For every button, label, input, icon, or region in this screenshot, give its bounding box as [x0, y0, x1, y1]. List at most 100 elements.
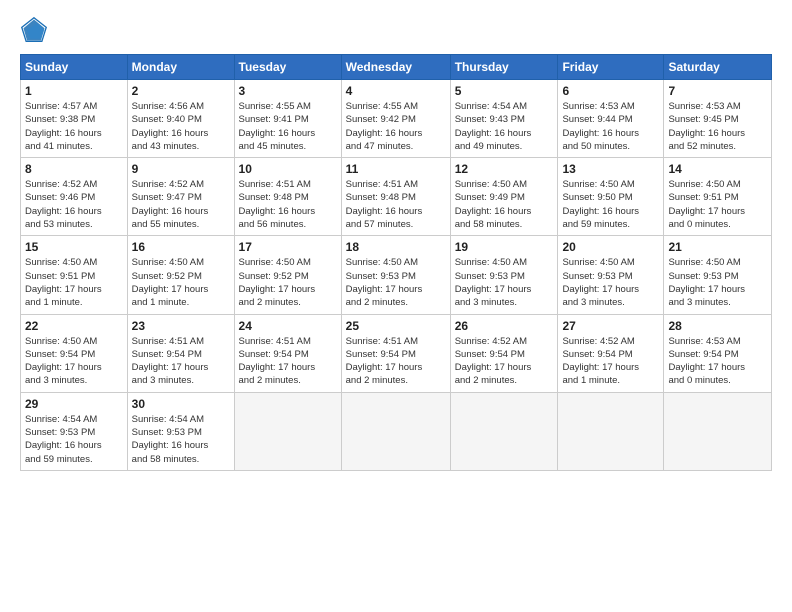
day-info: Sunrise: 4:51 AM Sunset: 9:48 PM Dayligh…	[239, 178, 337, 231]
week-row-4: 22 Sunrise: 4:50 AM Sunset: 9:54 PM Dayli…	[21, 314, 772, 392]
day-info: Sunrise: 4:50 AM Sunset: 9:49 PM Dayligh…	[455, 178, 554, 231]
day-info: Sunrise: 4:50 AM Sunset: 9:51 PM Dayligh…	[25, 256, 123, 309]
day-info: Sunrise: 4:50 AM Sunset: 9:51 PM Dayligh…	[668, 178, 767, 231]
day-number: 25	[346, 319, 446, 333]
day-number: 30	[132, 397, 230, 411]
week-row-2: 8 Sunrise: 4:52 AM Sunset: 9:46 PM Daylig…	[21, 158, 772, 236]
day-number: 10	[239, 162, 337, 176]
calendar-cell: 5 Sunrise: 4:54 AM Sunset: 9:43 PM Daylig…	[450, 80, 558, 158]
weekday-header-thursday: Thursday	[450, 55, 558, 80]
day-number: 6	[562, 84, 659, 98]
calendar-cell: 9 Sunrise: 4:52 AM Sunset: 9:47 PM Daylig…	[127, 158, 234, 236]
day-info: Sunrise: 4:53 AM Sunset: 9:45 PM Dayligh…	[668, 100, 767, 153]
day-info: Sunrise: 4:53 AM Sunset: 9:44 PM Dayligh…	[562, 100, 659, 153]
day-number: 1	[25, 84, 123, 98]
day-info: Sunrise: 4:52 AM Sunset: 9:54 PM Dayligh…	[455, 335, 554, 388]
calendar-cell: 17 Sunrise: 4:50 AM Sunset: 9:52 PM Dayli…	[234, 236, 341, 314]
day-number: 18	[346, 240, 446, 254]
day-number: 11	[346, 162, 446, 176]
calendar-cell: 1 Sunrise: 4:57 AM Sunset: 9:38 PM Daylig…	[21, 80, 128, 158]
day-number: 13	[562, 162, 659, 176]
day-info: Sunrise: 4:50 AM Sunset: 9:53 PM Dayligh…	[455, 256, 554, 309]
day-number: 8	[25, 162, 123, 176]
calendar-cell: 7 Sunrise: 4:53 AM Sunset: 9:45 PM Daylig…	[664, 80, 772, 158]
day-number: 17	[239, 240, 337, 254]
day-number: 7	[668, 84, 767, 98]
day-number: 2	[132, 84, 230, 98]
day-number: 15	[25, 240, 123, 254]
day-info: Sunrise: 4:50 AM Sunset: 9:52 PM Dayligh…	[239, 256, 337, 309]
week-row-1: 1 Sunrise: 4:57 AM Sunset: 9:38 PM Daylig…	[21, 80, 772, 158]
calendar-cell: 27 Sunrise: 4:52 AM Sunset: 9:54 PM Dayli…	[558, 314, 664, 392]
day-info: Sunrise: 4:51 AM Sunset: 9:54 PM Dayligh…	[239, 335, 337, 388]
day-number: 19	[455, 240, 554, 254]
calendar-cell	[450, 392, 558, 470]
day-info: Sunrise: 4:51 AM Sunset: 9:48 PM Dayligh…	[346, 178, 446, 231]
day-number: 3	[239, 84, 337, 98]
day-info: Sunrise: 4:54 AM Sunset: 9:43 PM Dayligh…	[455, 100, 554, 153]
day-info: Sunrise: 4:52 AM Sunset: 9:47 PM Dayligh…	[132, 178, 230, 231]
calendar-cell: 25 Sunrise: 4:51 AM Sunset: 9:54 PM Dayli…	[341, 314, 450, 392]
calendar-cell	[341, 392, 450, 470]
day-info: Sunrise: 4:57 AM Sunset: 9:38 PM Dayligh…	[25, 100, 123, 153]
calendar-cell: 2 Sunrise: 4:56 AM Sunset: 9:40 PM Daylig…	[127, 80, 234, 158]
day-info: Sunrise: 4:52 AM Sunset: 9:46 PM Dayligh…	[25, 178, 123, 231]
day-number: 5	[455, 84, 554, 98]
calendar-cell: 28Sunrise: 4:53 AM Sunset: 9:54 PM Dayli…	[664, 314, 772, 392]
weekday-header-wednesday: Wednesday	[341, 55, 450, 80]
calendar-cell: 18 Sunrise: 4:50 AM Sunset: 9:53 PM Dayli…	[341, 236, 450, 314]
calendar-cell: 3Sunrise: 4:55 AM Sunset: 9:41 PM Daylig…	[234, 80, 341, 158]
logo	[20, 16, 52, 44]
day-number: 24	[239, 319, 337, 333]
calendar-cell: 16Sunrise: 4:50 AM Sunset: 9:52 PM Dayli…	[127, 236, 234, 314]
page: SundayMondayTuesdayWednesdayThursdayFrid…	[0, 0, 792, 612]
day-info: Sunrise: 4:51 AM Sunset: 9:54 PM Dayligh…	[346, 335, 446, 388]
day-info: Sunrise: 4:50 AM Sunset: 9:50 PM Dayligh…	[562, 178, 659, 231]
calendar-cell: 14 Sunrise: 4:50 AM Sunset: 9:51 PM Dayli…	[664, 158, 772, 236]
day-number: 14	[668, 162, 767, 176]
calendar-cell: 29Sunrise: 4:54 AM Sunset: 9:53 PM Dayli…	[21, 392, 128, 470]
day-info: Sunrise: 4:50 AM Sunset: 9:53 PM Dayligh…	[562, 256, 659, 309]
calendar-cell: 10 Sunrise: 4:51 AM Sunset: 9:48 PM Dayli…	[234, 158, 341, 236]
calendar-cell: 12 Sunrise: 4:50 AM Sunset: 9:49 PM Dayli…	[450, 158, 558, 236]
day-number: 12	[455, 162, 554, 176]
calendar-cell: 11 Sunrise: 4:51 AM Sunset: 9:48 PM Dayli…	[341, 158, 450, 236]
day-info: Sunrise: 4:55 AM Sunset: 9:42 PM Dayligh…	[346, 100, 446, 153]
calendar-cell: 24 Sunrise: 4:51 AM Sunset: 9:54 PM Dayli…	[234, 314, 341, 392]
day-number: 29	[25, 397, 123, 411]
calendar-cell: 13 Sunrise: 4:50 AM Sunset: 9:50 PM Dayli…	[558, 158, 664, 236]
weekday-header-tuesday: Tuesday	[234, 55, 341, 80]
week-row-3: 15 Sunrise: 4:50 AM Sunset: 9:51 PM Dayli…	[21, 236, 772, 314]
calendar-cell: 22 Sunrise: 4:50 AM Sunset: 9:54 PM Dayli…	[21, 314, 128, 392]
calendar-cell: 21 Sunrise: 4:50 AM Sunset: 9:53 PM Dayli…	[664, 236, 772, 314]
calendar-cell: 30 Sunrise: 4:54 AM Sunset: 9:53 PM Dayli…	[127, 392, 234, 470]
calendar-cell	[664, 392, 772, 470]
calendar-cell: 19 Sunrise: 4:50 AM Sunset: 9:53 PM Dayli…	[450, 236, 558, 314]
week-row-5: 29 Sunrise: 4:54 AM Sunset: 9:53 PM Dayli…	[21, 392, 772, 470]
calendar-cell: 8 Sunrise: 4:52 AM Sunset: 9:46 PM Daylig…	[21, 158, 128, 236]
day-info: Sunrise: 4:50 AM Sunset: 9:53 PM Dayligh…	[346, 256, 446, 309]
header	[20, 16, 772, 44]
day-info: Sunrise: 4:54 AM Sunset: 9:53 PM Dayligh…	[132, 413, 230, 466]
day-info: Sunrise: 4:50 AM Sunset: 9:53 PM Dayligh…	[668, 256, 767, 309]
day-info: Sunrise: 4:50 AM Sunset: 9:54 PM Dayligh…	[25, 335, 123, 388]
day-number: 9	[132, 162, 230, 176]
day-number: 4	[346, 84, 446, 98]
calendar-cell	[558, 392, 664, 470]
day-number: 28	[668, 319, 767, 333]
calendar-cell	[234, 392, 341, 470]
day-number: 27	[562, 319, 659, 333]
day-info: Sunrise: 4:56 AM Sunset: 9:40 PM Dayligh…	[132, 100, 230, 153]
weekday-header-monday: Monday	[127, 55, 234, 80]
day-number: 22	[25, 319, 123, 333]
weekday-header-row: SundayMondayTuesdayWednesdayThursdayFrid…	[21, 55, 772, 80]
calendar-cell: 20 Sunrise: 4:50 AM Sunset: 9:53 PM Dayli…	[558, 236, 664, 314]
day-info: Sunrise: 4:50 AM Sunset: 9:52 PM Dayligh…	[132, 256, 230, 309]
calendar-cell: 4 Sunrise: 4:55 AM Sunset: 9:42 PM Daylig…	[341, 80, 450, 158]
day-number: 21	[668, 240, 767, 254]
day-info: Sunrise: 4:52 AM Sunset: 9:54 PM Dayligh…	[562, 335, 659, 388]
weekday-header-saturday: Saturday	[664, 55, 772, 80]
day-number: 26	[455, 319, 554, 333]
day-number: 20	[562, 240, 659, 254]
weekday-header-sunday: Sunday	[21, 55, 128, 80]
